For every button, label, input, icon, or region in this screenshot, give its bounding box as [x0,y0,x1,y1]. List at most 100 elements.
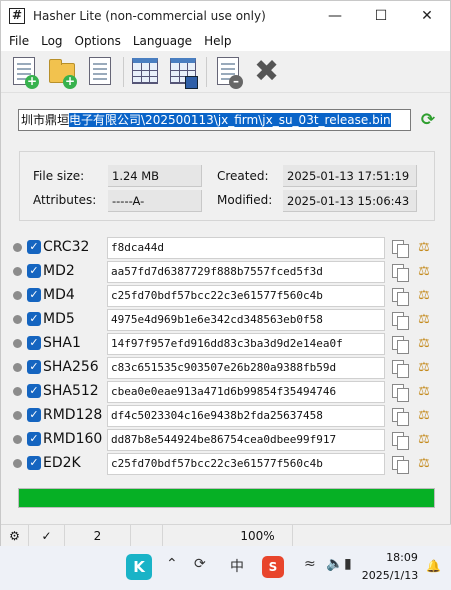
copy-icon[interactable] [392,288,409,306]
sync-icon[interactable]: ⟳ [194,556,206,572]
remove-file-button[interactable]: – [213,55,243,89]
hash-app-icon: # [9,8,25,24]
save-table-button[interactable] [168,55,198,89]
compare-icon[interactable]: ⚖ [416,336,432,352]
table-button[interactable] [130,55,160,89]
compare-icon[interactable]: ⚖ [416,264,432,280]
clear-icon: ✖ [254,53,280,89]
checkbox-md5[interactable]: ✓ [27,312,41,326]
modified-value: 2025-01-13 15:06:43 [283,190,417,212]
hash-row-md5: ✓ MD5 4975e4d969b1e6e342cd348563eb0f58 ⚖ [11,309,441,331]
created-value: 2025-01-13 17:51:19 [283,165,417,187]
window-controls: — ☐ ✕ [312,1,450,31]
checkbox-md2[interactable]: ✓ [27,264,41,278]
compare-icon[interactable]: ⚖ [416,312,432,328]
copy-icon[interactable] [392,408,409,426]
compare-icon[interactable]: ⚖ [416,408,432,424]
clock-date[interactable]: 2025/1/13 [358,569,422,582]
progress-fill [19,489,434,507]
menu-help[interactable]: Help [198,34,237,48]
compare-icon[interactable]: ⚖ [416,384,432,400]
copy-icon[interactable] [392,360,409,378]
checkbox-ed2k[interactable]: ✓ [27,456,41,470]
close-button[interactable]: ✕ [404,1,450,31]
copy-icon[interactable] [392,264,409,282]
bullet-icon [13,315,22,324]
maximize-button[interactable]: ☐ [358,1,404,31]
hash-value[interactable]: df4c5023304c16e9438b2fda25637458 [107,405,385,427]
checkbox-rmd160[interactable]: ✓ [27,432,41,446]
checkbox-sha1[interactable]: ✓ [27,336,41,350]
window-title: Hasher Lite (non-commercial use only) [33,9,266,23]
checkbox-sha256[interactable]: ✓ [27,360,41,374]
clear-button[interactable]: ✖ [251,55,281,89]
status-check-icon: ✓ [29,525,65,547]
algo-label: MD4 [43,287,75,303]
copy-icon[interactable] [392,240,409,258]
compare-icon[interactable]: ⚖ [416,360,432,376]
wifi-icon[interactable]: ≈ [304,556,316,572]
hash-value[interactable]: dd87b8e544924be86754cea0dbee99f917 [107,429,385,451]
hash-value[interactable]: c25fd70bdf57bcc22c3e61577f560c4b [107,285,385,307]
algo-label: RMD128 [43,407,103,423]
copy-icon[interactable] [392,312,409,330]
settings-gear-icon[interactable]: ⚙ [1,525,29,547]
created-label: Created: [217,169,269,183]
checkbox-md4[interactable]: ✓ [27,288,41,302]
title-bar: # Hasher Lite (non-commercial use only) … [1,1,450,31]
file-info-panel: File size: 1.24 MB Attributes: -----A- C… [19,151,435,221]
hash-row-rmd160: ✓ RMD160 dd87b8e544924be86754cea0dbee99f… [11,429,441,451]
compare-icon[interactable]: ⚖ [416,288,432,304]
file-path-field[interactable]: 圳市鼎垣电子有限公司\202500113\jx_firm\jx_su_03t_r… [18,109,411,131]
hash-value[interactable]: c83c651535c903507e26b280a9388fb59d [107,357,385,379]
refresh-icon[interactable]: ⟳ [418,110,438,130]
compare-icon[interactable]: ⚖ [416,432,432,448]
show-hidden-icons-chevron-icon[interactable]: ⌃ [166,556,178,572]
hash-row-rmd128: ✓ RMD128 df4c5023304c16e9438b2fda2563745… [11,405,441,427]
hash-value[interactable]: f8dca44d [107,237,385,259]
copy-icon[interactable] [392,432,409,450]
file-size-label: File size: [33,169,85,183]
copy-icon[interactable] [392,456,409,474]
menu-language[interactable]: Language [127,34,198,48]
plus-icon: + [63,73,77,89]
algo-label: ED2K [43,455,81,471]
algo-label: CRC32 [43,239,90,255]
checkbox-rmd128[interactable]: ✓ [27,408,41,422]
view-text-button[interactable] [85,55,115,89]
menu-log[interactable]: Log [35,34,68,48]
menu-options[interactable]: Options [69,34,127,48]
minimize-button[interactable]: — [312,1,358,31]
menu-bar: File Log Options Language Help [1,31,450,51]
hash-value[interactable]: c25fd70bdf57bcc22c3e61577f560c4b [107,453,385,475]
path-prefix: 圳市鼎垣 [21,113,70,127]
bullet-icon [13,267,22,276]
bullet-icon [13,363,22,372]
status-bar: ⚙ ✓ 2 100% [1,524,451,547]
path-row: 圳市鼎垣电子有限公司\202500113\jx_firm\jx_su_03t_r… [13,105,438,135]
ime-indicator[interactable]: 中 [230,556,244,576]
hash-value[interactable]: 14f97f957efd916dd83c3ba3d9d2e14ea0f [107,333,385,355]
algo-label: SHA1 [43,335,81,351]
hash-row-ed2k: ✓ ED2K c25fd70bdf57bcc22c3e61577f560c4b … [11,453,441,475]
hash-value[interactable]: cbea0e0eae913a471d6b99854f35494746 [107,381,385,403]
volume-icon[interactable]: 🔈 [326,556,343,572]
add-folder-button[interactable]: + [47,55,77,89]
checkbox-sha512[interactable]: ✓ [27,384,41,398]
menu-file[interactable]: File [3,34,35,48]
kde-connect-app-icon[interactable]: K [126,554,152,580]
checkbox-crc32[interactable]: ✓ [27,240,41,254]
hash-value[interactable]: aa57fd7d6387729f888b7557fced5f3d [107,261,385,283]
clock-time[interactable]: 18:09 [382,551,422,564]
wps-app-icon[interactable]: S [262,556,284,578]
attributes-label: Attributes: [33,193,97,207]
battery-icon[interactable]: ▮ [344,556,352,572]
copy-icon[interactable] [392,336,409,354]
hash-value[interactable]: 4975e4d969b1e6e342cd348563eb0f58 [107,309,385,331]
compare-icon[interactable]: ⚖ [416,456,432,472]
add-file-button[interactable]: + [9,55,39,89]
copy-icon[interactable] [392,384,409,402]
compare-icon[interactable]: ⚖ [416,240,432,256]
notification-bell-icon[interactable]: 🔔 [426,559,441,573]
algo-label: MD2 [43,263,75,279]
